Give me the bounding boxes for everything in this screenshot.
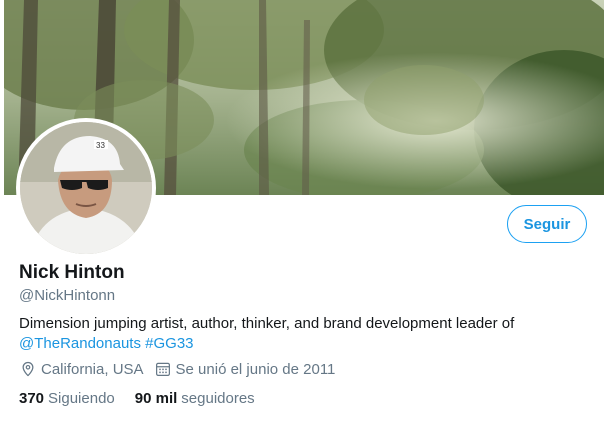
followers-count: 90 mil bbox=[134, 390, 178, 407]
bio-text: Dimension jumping artist, author, thinke… bbox=[19, 315, 515, 332]
profile-header: 33 Seguir Nick Hinton @NickHintonn Dimen… bbox=[0, 0, 604, 434]
profile-meta: California, USA Se unió el junio de 2011 bbox=[19, 360, 345, 378]
joined-item: Se unió el junio de 2011 bbox=[154, 360, 336, 378]
followers-stat[interactable]: 90 mil seguidores bbox=[135, 390, 255, 407]
calendar-icon bbox=[154, 360, 172, 378]
follow-button[interactable]: Seguir bbox=[507, 205, 587, 243]
username-handle: @NickHintonn bbox=[19, 287, 116, 304]
profile-bio: Dimension jumping artist, author, thinke… bbox=[19, 314, 589, 354]
location-text: California, USA bbox=[41, 360, 144, 378]
profile-stats: 370 Siguiendo 90 mil seguidores bbox=[19, 390, 275, 407]
location-item: California, USA bbox=[19, 360, 144, 378]
joined-text: Se unió el junio de 2011 bbox=[175, 360, 336, 378]
avatar-frame[interactable]: 33 bbox=[16, 118, 156, 258]
following-count: 370 bbox=[19, 390, 45, 407]
avatar[interactable]: 33 bbox=[20, 122, 152, 254]
bio-hashtag-link[interactable]: #GG33 bbox=[145, 335, 193, 352]
followers-label: seguidores bbox=[181, 390, 255, 407]
map-pin-icon bbox=[19, 360, 37, 378]
following-label: Siguiendo bbox=[48, 390, 115, 407]
display-name: Nick Hinton bbox=[19, 262, 125, 283]
avatar-photo: 33 bbox=[20, 122, 152, 254]
svg-text:33: 33 bbox=[96, 141, 105, 150]
bio-mention-link[interactable]: @TheRandonauts bbox=[19, 335, 141, 352]
following-stat[interactable]: 370 Siguiendo bbox=[19, 390, 115, 407]
